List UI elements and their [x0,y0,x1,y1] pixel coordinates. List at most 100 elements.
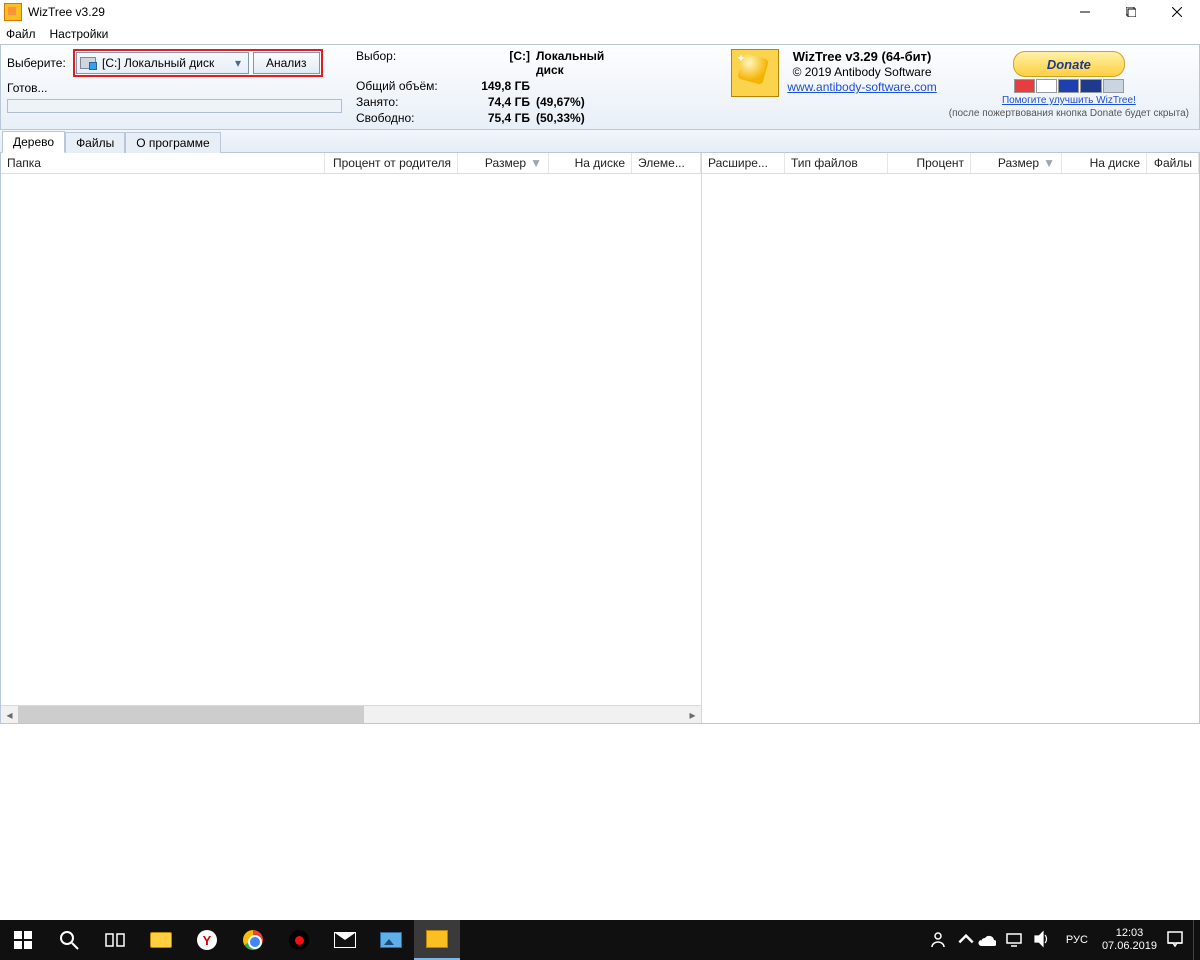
drive-icon [80,57,96,69]
tree-hscrollbar[interactable]: ◂ ▸ [1,705,701,723]
taskbar-wiztree[interactable] [414,920,460,960]
info-used-pct: (49,67%) [536,95,626,109]
info-selection-drive: [C:] [456,49,536,77]
menubar: Файл Настройки [0,24,1200,44]
info-free-pct: (50,33%) [536,111,626,125]
taskbar-photos[interactable] [368,920,414,960]
tray-time: 12:03 [1102,927,1157,940]
donate-footnote: (после пожертвования кнопка Donate будет… [949,108,1189,119]
brand-link[interactable]: www.antibody-software.com [787,80,936,95]
window-title: WizTree v3.29 [28,5,105,19]
info-total-label: Общий объём: [356,79,456,93]
tab-files[interactable]: Файлы [65,132,125,153]
col-percent[interactable]: Процент [888,153,971,173]
minimize-button[interactable] [1062,0,1108,24]
info-used-value: 74,4 ГБ [456,95,536,109]
select-label: Выберите: [7,56,67,70]
scroll-right-arrow-icon[interactable]: ▸ [684,706,701,723]
start-button[interactable] [0,920,46,960]
progress-bar [7,99,342,113]
people-button[interactable] [928,929,956,952]
scroll-track[interactable] [18,706,684,723]
taskbar-right: РУС 12:03 07.06.2019 [928,920,1200,960]
highlight-frame: [C:] Локальный диск ▾ Анализ [73,49,323,77]
col-files[interactable]: Файлы [1147,153,1199,173]
search-button[interactable] [46,920,92,960]
mail-icon [334,932,356,948]
maximize-button[interactable] [1108,0,1154,24]
titlebar: WizTree v3.29 [0,0,1200,24]
brand-icon [731,49,779,97]
tray-notifications-icon[interactable] [1165,929,1193,952]
scroll-left-arrow-icon[interactable]: ◂ [1,706,18,723]
col-percent-parent[interactable]: Процент от родителя [325,153,458,173]
tab-tree[interactable]: Дерево [2,131,65,153]
col-ondisk[interactable]: На диске [549,153,632,173]
blank-area [0,724,1200,920]
info-free-value: 75,4 ГБ [456,111,536,125]
brand-line2: © 2019 Antibody Software [793,65,932,80]
app-window: WizTree v3.29 Файл Настройки Выберите: [… [0,0,1200,960]
info-selection-name: Локальный диск [536,49,626,77]
toolbar-strip: Выберите: [C:] Локальный диск ▾ Анализ Г… [0,44,1200,130]
close-button[interactable] [1154,0,1200,24]
photos-icon [380,932,402,948]
brand-area: WizTree v3.29 (64-бит) © 2019 Antibody S… [725,45,1199,129]
taskbar-recorder[interactable] [276,920,322,960]
brand-line1: WizTree v3.29 (64-бит) [793,49,932,65]
tray-clock[interactable]: 12:03 07.06.2019 [1094,927,1165,953]
status-text: Готов... [7,81,67,95]
col-size[interactable]: Размер▼ [458,153,549,173]
wiztree-icon [426,930,448,948]
info-total-value: 149,8 ГБ [456,79,536,93]
types-body[interactable] [702,174,1199,723]
status-row: Готов... [7,81,342,95]
tree-pane: Папка Процент от родителя Размер▼ На дис… [1,153,702,723]
types-column-header: Расшире... Тип файлов Процент Размер▼ На… [702,153,1199,174]
menu-file[interactable]: Файл [6,27,36,41]
menu-settings[interactable]: Настройки [50,27,109,41]
tree-column-header: Папка Процент от родителя Размер▼ На дис… [1,153,701,174]
drive-combobox[interactable]: [C:] Локальный диск ▾ [76,52,249,74]
info-selection-label: Выбор: [356,49,456,77]
col-folder[interactable]: Папка [1,153,325,173]
taskbar-explorer[interactable] [138,920,184,960]
taskview-button[interactable] [92,920,138,960]
folder-icon [150,932,172,948]
tray-onedrive-icon[interactable] [976,929,1004,952]
record-icon [289,930,309,950]
col-elements[interactable]: Элеме... [632,153,701,173]
brand-text: WizTree v3.29 (64-бит) © 2019 Antibody S… [787,49,936,95]
col-type[interactable]: Тип файлов [785,153,888,173]
info-free-label: Свободно: [356,111,456,125]
chrome-icon [243,930,263,950]
chevron-down-icon: ▾ [231,56,245,70]
donate-button[interactable]: Donate [1013,51,1125,77]
show-desktop-button[interactable] [1193,920,1200,960]
sort-desc-icon: ▼ [530,156,542,170]
tray-date: 07.06.2019 [1102,940,1157,953]
donate-note[interactable]: Помогите улучшить WizTree! [1002,95,1136,106]
payment-cards-icon [1014,79,1124,93]
info-used-label: Занято: [356,95,456,109]
tab-about[interactable]: О программе [125,132,220,153]
taskbar-chrome[interactable] [230,920,276,960]
drive-combobox-text: [C:] Локальный диск [102,56,231,70]
taskbar: Y РУС 12:03 07.06.2019 [0,920,1200,960]
scroll-thumb[interactable] [18,706,364,723]
tray-chevron-up-icon[interactable] [956,929,976,952]
analyze-button[interactable]: Анализ [253,52,320,74]
yandex-icon: Y [197,930,217,950]
taskbar-yandex[interactable]: Y [184,920,230,960]
taskbar-mail[interactable] [322,920,368,960]
col-ext[interactable]: Расшире... [702,153,785,173]
tree-body[interactable] [1,174,701,705]
tray-volume-icon[interactable] [1032,929,1060,952]
tabs: Дерево Файлы О программе [0,130,1200,153]
donate-button-label: Donate [1047,57,1091,72]
tray-language[interactable]: РУС [1060,934,1094,946]
col-size-r[interactable]: Размер▼ [971,153,1062,173]
tray-network-icon[interactable] [1004,929,1032,952]
analyze-button-label: Анализ [266,56,307,70]
col-ondisk-r[interactable]: На диске [1062,153,1147,173]
